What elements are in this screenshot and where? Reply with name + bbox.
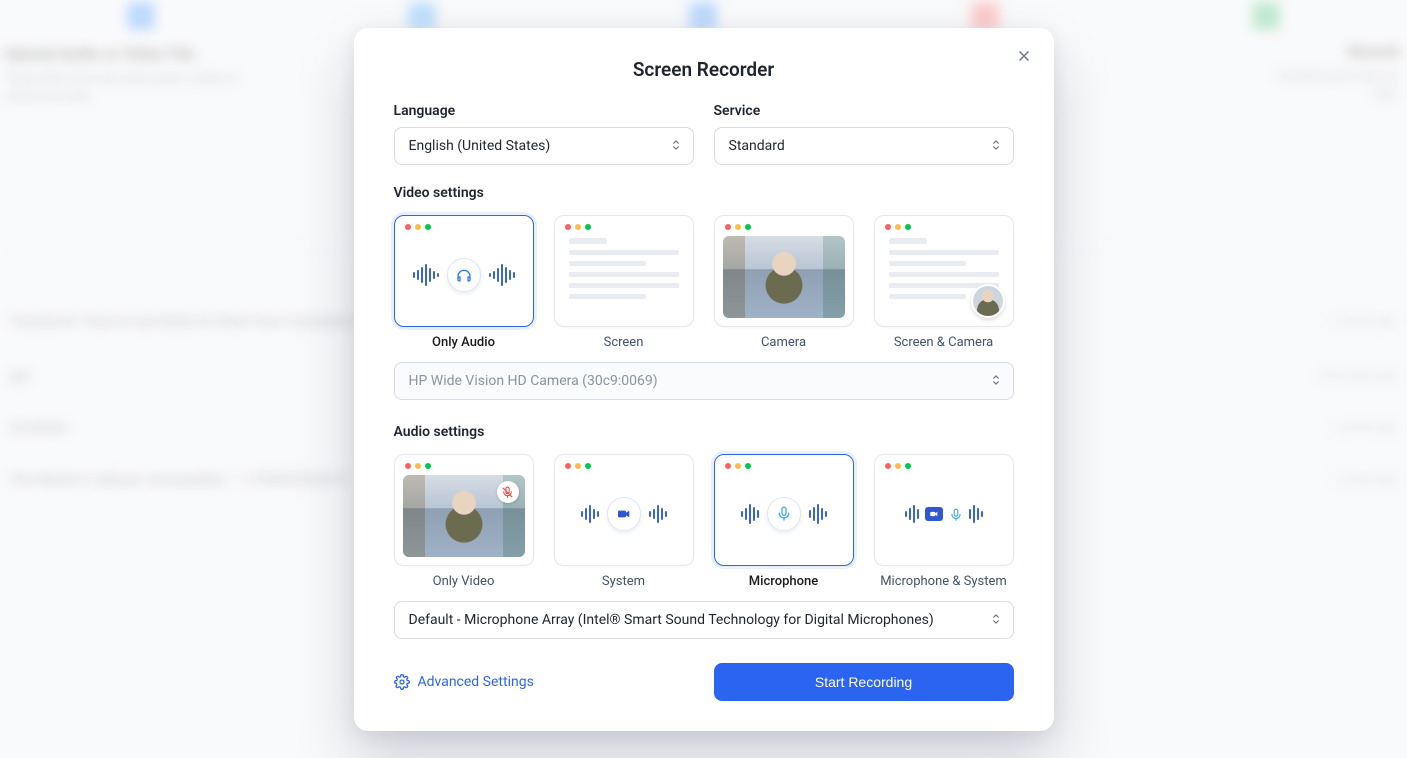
language-value: English (United States)	[409, 138, 551, 154]
chevron-updown-icon	[989, 373, 1003, 389]
option-label: Screen	[554, 335, 694, 350]
video-option-screen-camera[interactable]: Screen & Camera	[874, 215, 1014, 350]
screen-recorder-modal: Screen Recorder Language English (United…	[354, 28, 1054, 731]
audio-option-microphone-system[interactable]: Microphone & System	[874, 454, 1014, 589]
option-label: Screen & Camera	[874, 335, 1014, 350]
service-select[interactable]: Standard	[714, 127, 1014, 165]
gear-icon	[394, 674, 410, 690]
modal-title: Screen Recorder	[394, 58, 1014, 81]
camera-pip-icon	[971, 284, 1005, 318]
video-option-screen[interactable]: Screen	[554, 215, 694, 350]
audio-options: Only Video	[394, 454, 1014, 589]
option-label: System	[554, 574, 694, 589]
option-label: Microphone	[714, 574, 854, 589]
close-icon	[1016, 48, 1032, 64]
audio-option-only-video[interactable]: Only Video	[394, 454, 534, 589]
headphones-icon	[447, 258, 481, 292]
audio-wave-icon	[581, 505, 599, 523]
chevron-updown-icon	[989, 612, 1003, 628]
microphone-device-value: Default - Microphone Array (Intel® Smart…	[409, 612, 934, 628]
camera-device-value: HP Wide Vision HD Camera (30c9:0069)	[409, 373, 658, 389]
video-options: Only Audio Screen Camera	[394, 215, 1014, 350]
mic-muted-icon	[497, 481, 519, 503]
audio-wave-icon	[741, 504, 759, 524]
option-label: Only Video	[394, 574, 534, 589]
service-value: Standard	[729, 138, 785, 154]
audio-option-microphone[interactable]: Microphone	[714, 454, 854, 589]
language-select[interactable]: English (United States)	[394, 127, 694, 165]
video-option-only-audio[interactable]: Only Audio	[394, 215, 534, 350]
advanced-settings-label: Advanced Settings	[418, 674, 534, 690]
document-lines-icon	[569, 238, 679, 305]
audio-option-system[interactable]: System	[554, 454, 694, 589]
camera-preview-icon	[723, 236, 845, 318]
chevron-updown-icon	[989, 138, 1003, 154]
audio-wave-icon	[649, 505, 667, 523]
video-camera-icon	[925, 507, 943, 521]
video-camera-icon	[607, 497, 641, 531]
microphone-icon	[949, 507, 963, 521]
audio-wave-icon	[489, 264, 515, 286]
microphone-device-select[interactable]: Default - Microphone Array (Intel® Smart…	[394, 601, 1014, 639]
advanced-settings-link[interactable]: Advanced Settings	[394, 674, 534, 690]
close-button[interactable]	[1012, 44, 1036, 68]
video-option-camera[interactable]: Camera	[714, 215, 854, 350]
audio-wave-icon	[969, 505, 983, 523]
video-settings-heading: Video settings	[394, 185, 1014, 201]
option-label: Only Audio	[394, 335, 534, 350]
audio-settings-heading: Audio settings	[394, 424, 1014, 440]
microphone-icon	[767, 497, 801, 531]
start-recording-button[interactable]: Start Recording	[714, 663, 1014, 701]
modal-overlay: Screen Recorder Language English (United…	[0, 0, 1407, 758]
option-label: Camera	[714, 335, 854, 350]
audio-wave-icon	[905, 505, 919, 523]
language-label: Language	[394, 103, 694, 119]
chevron-updown-icon	[669, 138, 683, 154]
service-label: Service	[714, 103, 1014, 119]
audio-wave-icon	[413, 264, 439, 286]
option-label: Microphone & System	[874, 574, 1014, 589]
audio-wave-icon	[809, 504, 827, 524]
start-recording-label: Start Recording	[815, 674, 912, 690]
camera-device-select[interactable]: HP Wide Vision HD Camera (30c9:0069)	[394, 362, 1014, 400]
